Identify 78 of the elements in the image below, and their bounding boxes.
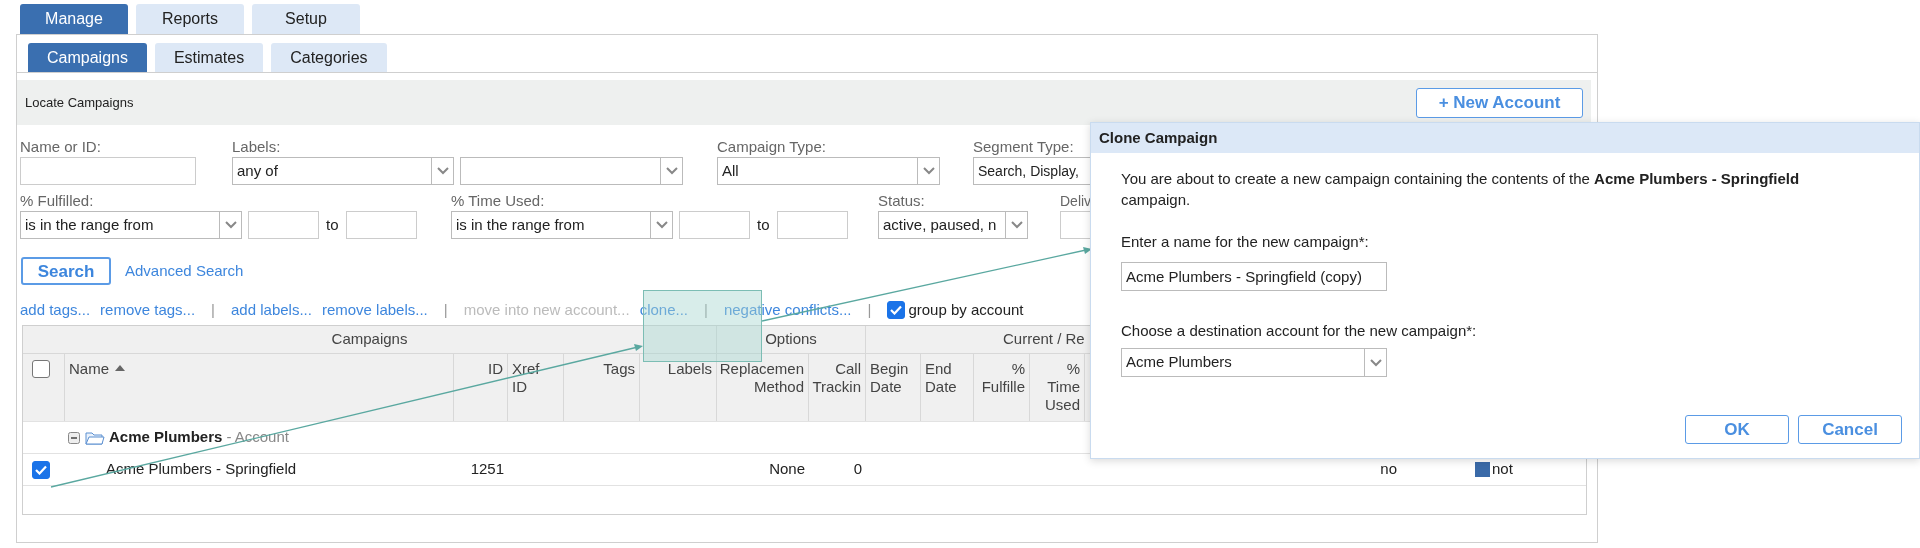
column-group-header: Current / Re [1003, 329, 1085, 350]
column-header: End Date [925, 360, 957, 397]
checkbox-label: group by account [908, 299, 1024, 320]
field-label: Campaign Type: [717, 139, 826, 155]
column-header: Tags [603, 360, 635, 379]
row-checkbox[interactable] [32, 460, 50, 479]
top-tab[interactable]: Manage [20, 4, 128, 34]
field-label: Labels: [232, 139, 281, 155]
column-header: Replacemen Method [719, 360, 804, 397]
search-button[interactable]: Search [21, 257, 111, 285]
text-field[interactable] [679, 211, 750, 239]
text-field[interactable] [345, 211, 417, 239]
checkbox[interactable] [887, 301, 906, 319]
separator: | [866, 299, 873, 320]
panel-title: Locate Campaigns [25, 93, 134, 112]
field-label: Segment Type: [973, 139, 1074, 155]
dropdown[interactable]: All [717, 157, 940, 185]
table-cell-text: 0 [853, 459, 862, 480]
chevron-down-icon [1010, 221, 1023, 229]
field-label: Enter a name for the new campaign*: [1121, 232, 1370, 252]
separator: | [442, 299, 449, 320]
column-header: % Fulfille [981, 360, 1025, 397]
top-tab[interactable]: Reports [136, 4, 244, 34]
sub-tab[interactable]: Estimates [154, 43, 264, 72]
table-cell-text: not [1492, 459, 1513, 480]
action-link[interactable]: add tags... [20, 298, 91, 322]
range-to-label: to [756, 214, 771, 235]
status-square-icon [1475, 462, 1490, 477]
dropdown[interactable]: active, paused, n [878, 211, 1028, 239]
field-label: Choose a destination account for the new campaign*: [1121, 320, 1478, 341]
separator: | [210, 299, 216, 320]
column-group-header: Campaigns [331, 329, 408, 350]
sub-tab[interactable]: Categories [271, 43, 387, 72]
action-link[interactable]: remove tags... [100, 298, 196, 322]
field-label: Name or ID: [20, 139, 101, 155]
field-label: % Fulfilled: [20, 193, 94, 209]
text-field[interactable] [248, 211, 319, 239]
chevron-down-icon [224, 221, 237, 229]
sub-tab[interactable]: Campaigns [28, 43, 147, 72]
dropdown[interactable]: is in the range from [451, 211, 673, 239]
top-tab[interactable]: Setup [252, 4, 360, 34]
column-header: Labels [667, 360, 712, 379]
text-field[interactable] [20, 157, 196, 185]
column-header: % Time Used [1043, 360, 1080, 415]
table-cell-text: no [1380, 459, 1397, 480]
column-group-header: Options [765, 329, 817, 350]
folder-icon [85, 430, 105, 445]
column-header: Begin Date [870, 360, 909, 397]
chevron-down-icon [665, 167, 678, 175]
action-link[interactable]: remove labels... [321, 298, 428, 322]
chevron-down-icon [1369, 358, 1382, 367]
account-group-name: Acme Plumbers [109, 427, 223, 448]
campaign-name-field[interactable]: Acme Plumbers - Springfield (copy) [1121, 261, 1387, 291]
range-to-label: to [325, 214, 340, 235]
action-link[interactable]: add labels... [231, 298, 312, 322]
separator: | [703, 299, 709, 320]
dropdown[interactable]: is in the range from [20, 211, 242, 239]
chevron-down-icon [436, 167, 449, 175]
field-label: Deliv [1060, 193, 1092, 209]
chevron-down-icon [922, 167, 935, 175]
dialog-message: You are about to create a new campaign containing the contents of the Acme Plumbers - Springfield campaign. [1121, 169, 1801, 210]
dialog-title: Clone Campaign [1099, 127, 1218, 148]
dropdown[interactable] [460, 157, 683, 185]
column-header: Call Trackin [812, 360, 861, 397]
account-dropdown[interactable]: Acme Plumbers [1121, 348, 1387, 377]
table-cell-text: None [769, 459, 805, 480]
collapse-icon[interactable] [68, 431, 80, 444]
chevron-down-icon [655, 221, 668, 229]
column-header[interactable]: Name [69, 360, 109, 421]
table-cell-text: 1251 [470, 459, 504, 480]
advanced-search-link[interactable]: Advanced Search [125, 259, 244, 283]
field-label: % Time Used: [451, 193, 545, 209]
field-label: Status: [878, 193, 925, 209]
column-header: Xref ID [512, 360, 540, 397]
column-header: ID [488, 360, 503, 379]
dropdown[interactable]: any of [232, 157, 454, 185]
select-all-checkbox[interactable] [32, 360, 50, 378]
text-field[interactable] [776, 211, 848, 239]
